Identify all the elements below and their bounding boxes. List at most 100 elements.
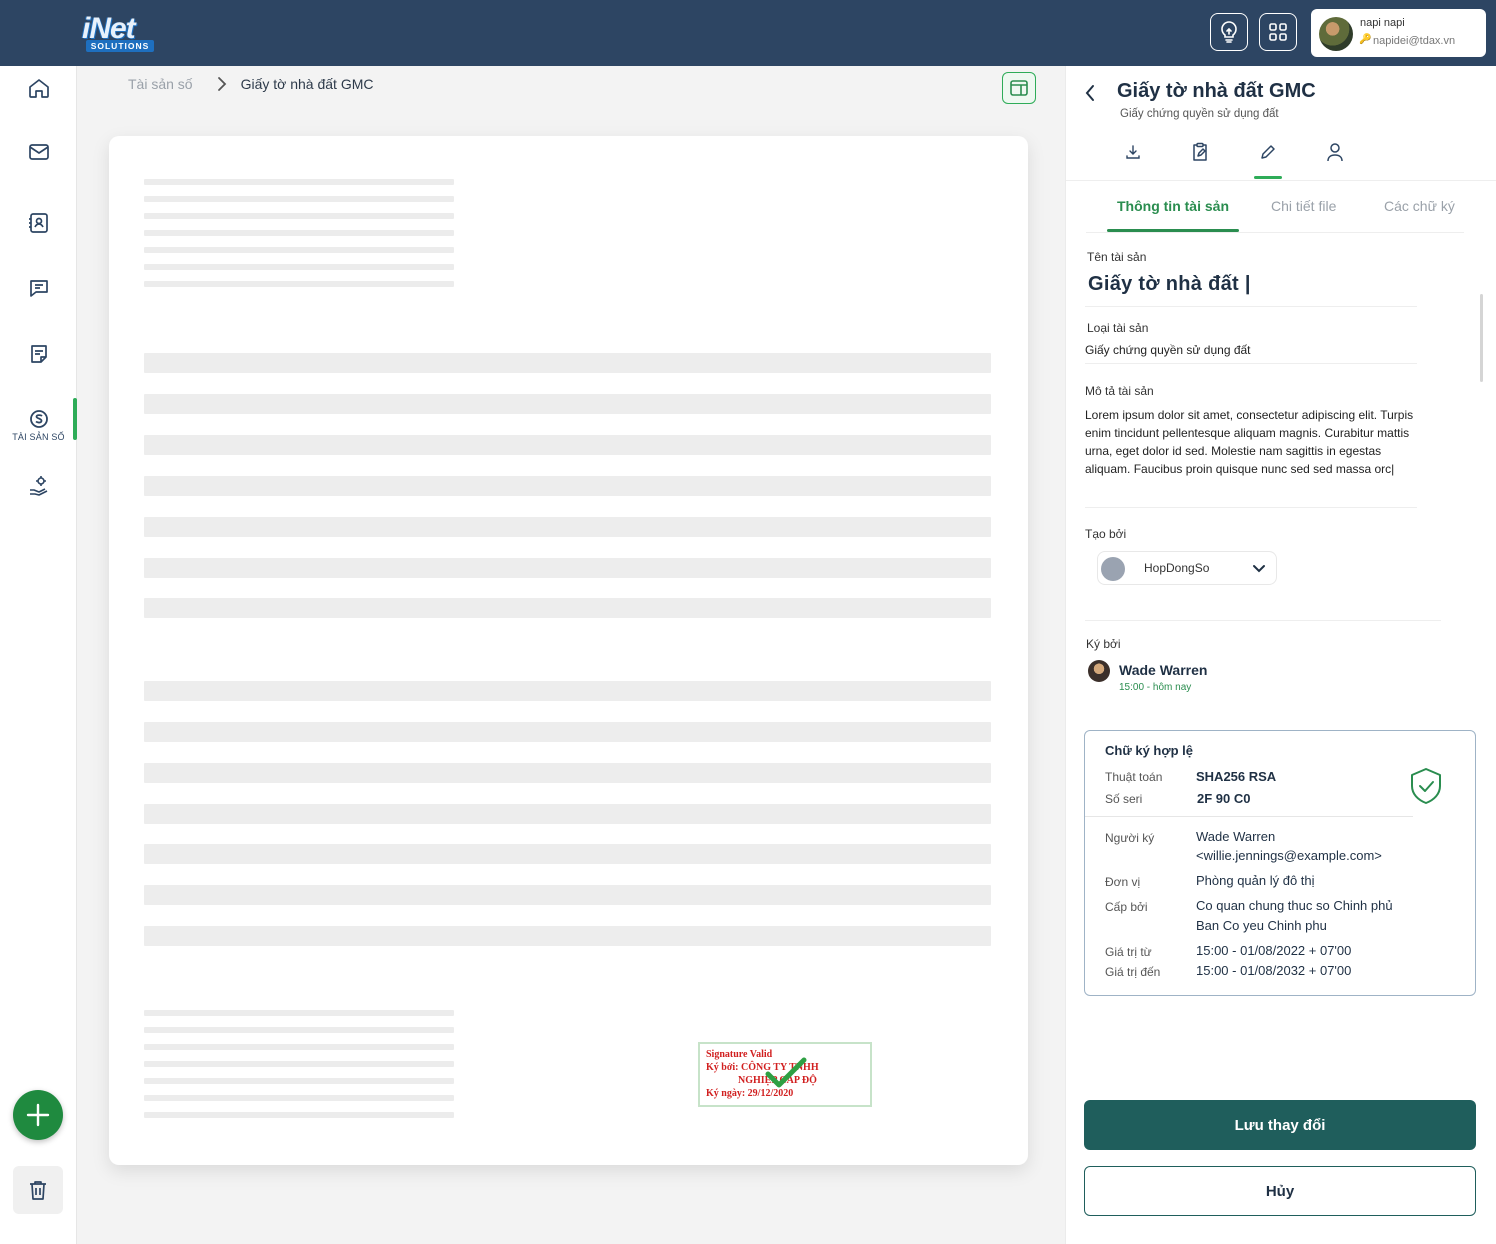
document-preview[interactable]: Signature Valid Ký bởi: CÔNG TY TNHH NGH…: [109, 136, 1028, 1165]
trash-icon: [30, 1181, 46, 1200]
algorithm-value: SHA256 RSA: [1196, 769, 1277, 784]
layout-toggle-button[interactable]: [1002, 72, 1036, 104]
sidebar: TÀI SẢN SỐ: [0, 66, 77, 1244]
user-name: napi napi: [1360, 17, 1405, 29]
divider: [1086, 232, 1464, 233]
placeholder-block: [144, 476, 991, 496]
placeholder-line: [144, 213, 454, 219]
sidebar-item-chat[interactable]: [0, 266, 77, 310]
edit-button[interactable]: [1254, 140, 1282, 164]
active-tool-indicator: [1254, 176, 1282, 179]
placeholder-line: [144, 247, 454, 253]
placeholder-line: [144, 1112, 454, 1118]
created-by-value: HopDongSo: [1144, 561, 1210, 575]
logo-subtext: SOLUTIONS: [86, 40, 154, 52]
placeholder-line: [144, 230, 454, 236]
sidebar-item-label: TÀI SẢN SỐ: [12, 431, 65, 442]
cancel-button[interactable]: Hủy: [1084, 1166, 1476, 1216]
placeholder-line: [144, 1061, 454, 1067]
signer-time: 15:00 - hôm nay: [1119, 682, 1192, 693]
shield-check-icon: [1411, 768, 1441, 804]
lightbulb-icon: [1221, 21, 1237, 43]
signer-email: <willie.jennings@example.com>: [1196, 848, 1382, 863]
add-button[interactable]: [13, 1090, 63, 1140]
placeholder-line: [144, 264, 454, 270]
user-icon: [1327, 143, 1343, 162]
scrollbar[interactable]: [1480, 294, 1483, 382]
placeholder-block: [144, 353, 991, 373]
user-button[interactable]: [1321, 140, 1349, 164]
avatar: [1101, 557, 1125, 581]
placeholder-line: [144, 281, 454, 287]
asset-type-input[interactable]: Giấy chứng quyền sử dụng đất: [1085, 343, 1251, 357]
divider: [1085, 816, 1413, 817]
placeholder-block: [144, 558, 991, 578]
placeholder-block: [144, 598, 991, 618]
trash-button[interactable]: [13, 1166, 63, 1214]
placeholder-line: [144, 196, 454, 202]
signature-stamp[interactable]: Signature Valid Ký bởi: CÔNG TY TNHH NGH…: [698, 1042, 872, 1107]
divider: [1085, 363, 1417, 364]
layout-icon: [1010, 80, 1028, 96]
placeholder-block: [144, 926, 991, 946]
placeholder-line: [144, 1027, 454, 1033]
placeholder-block: [144, 681, 991, 701]
placeholder-block: [144, 394, 991, 414]
download-button[interactable]: [1119, 140, 1147, 164]
divider: [1066, 180, 1496, 181]
sidebar-item-documents[interactable]: [0, 332, 77, 376]
tab-signatures[interactable]: Các chữ ký: [1384, 198, 1455, 214]
algorithm-label: Thuật toán: [1105, 770, 1163, 784]
active-tab-indicator: [1107, 229, 1239, 232]
back-button[interactable]: [1084, 84, 1096, 106]
signer-label: Người ký: [1105, 831, 1155, 845]
breadcrumb: Tài sản số Giấy tờ nhà đất GMC: [128, 74, 374, 94]
serial-value: 2F 90 C0: [1197, 791, 1251, 806]
lightbulb-button[interactable]: [1210, 13, 1248, 51]
placeholder-line: [144, 1078, 454, 1084]
stamp-line: Signature Valid: [706, 1049, 773, 1060]
created-by-select[interactable]: HopDongSo: [1097, 551, 1277, 585]
valid-to-label: Giá trị đến: [1105, 965, 1161, 979]
chevron-left-icon: [1085, 85, 1094, 101]
asset-description-textarea[interactable]: Lorem ipsum dolor sit amet, consectetur …: [1085, 406, 1415, 478]
plus-icon: [26, 1103, 50, 1127]
asset-detail-panel: Giấy tờ nhà đất GMC Giấy chứng quyền sử …: [1065, 66, 1496, 1244]
asset-description-label: Mô tả tài sản: [1085, 384, 1154, 398]
divider: [1085, 306, 1417, 307]
signature-certificate-card[interactable]: Chữ ký hợp lệ Thuật toán SHA256 RSA Số s…: [1084, 730, 1476, 996]
save-changes-button[interactable]: Lưu thay đổi: [1084, 1100, 1476, 1150]
clipboard-button[interactable]: [1186, 140, 1214, 164]
valid-from-label: Giá trị từ: [1105, 945, 1152, 959]
divider: [1085, 620, 1441, 621]
breadcrumb-current: Giấy tờ nhà đất GMC: [240, 76, 374, 92]
tab-asset-info[interactable]: Thông tin tài sản: [1117, 198, 1229, 214]
chat-icon: [29, 280, 48, 297]
sidebar-item-mail[interactable]: [0, 130, 77, 174]
apps-grid-button[interactable]: [1259, 13, 1297, 51]
placeholder-line: [144, 179, 454, 185]
placeholder-line: [144, 1010, 454, 1016]
settings-hand-icon: [29, 476, 47, 496]
sidebar-item-services[interactable]: [0, 464, 77, 508]
asset-type-label: Loại tài sản: [1087, 321, 1149, 335]
avatar: [1088, 660, 1110, 682]
breadcrumb-root[interactable]: Tài sản số: [128, 76, 193, 92]
signer-name: Wade Warren: [1119, 662, 1208, 678]
divider: [1085, 507, 1417, 508]
clipboard-edit-icon: [1193, 142, 1207, 161]
user-profile-card[interactable]: napi napi 🔑 napidei@tdax.vn: [1311, 9, 1486, 57]
unit-label: Đơn vị: [1105, 875, 1141, 889]
signer-value: Wade Warren: [1196, 829, 1276, 844]
digital-asset-icon: [29, 409, 48, 428]
checkmark-icon: [765, 1057, 807, 1088]
tab-file-details[interactable]: Chi tiết file: [1271, 198, 1336, 214]
sidebar-item-home[interactable]: [0, 66, 77, 110]
placeholder-block: [144, 763, 991, 783]
key-icon: 🔑: [1359, 34, 1372, 45]
sidebar-item-contacts[interactable]: [0, 201, 77, 245]
sidebar-item-digital-assets[interactable]: TÀI SẢN SỐ: [0, 398, 77, 450]
placeholder-block: [144, 885, 991, 905]
inet-logo[interactable]: iNet SOLUTIONS: [78, 12, 154, 54]
asset-name-input[interactable]: Giấy tờ nhà đất |: [1088, 273, 1251, 296]
